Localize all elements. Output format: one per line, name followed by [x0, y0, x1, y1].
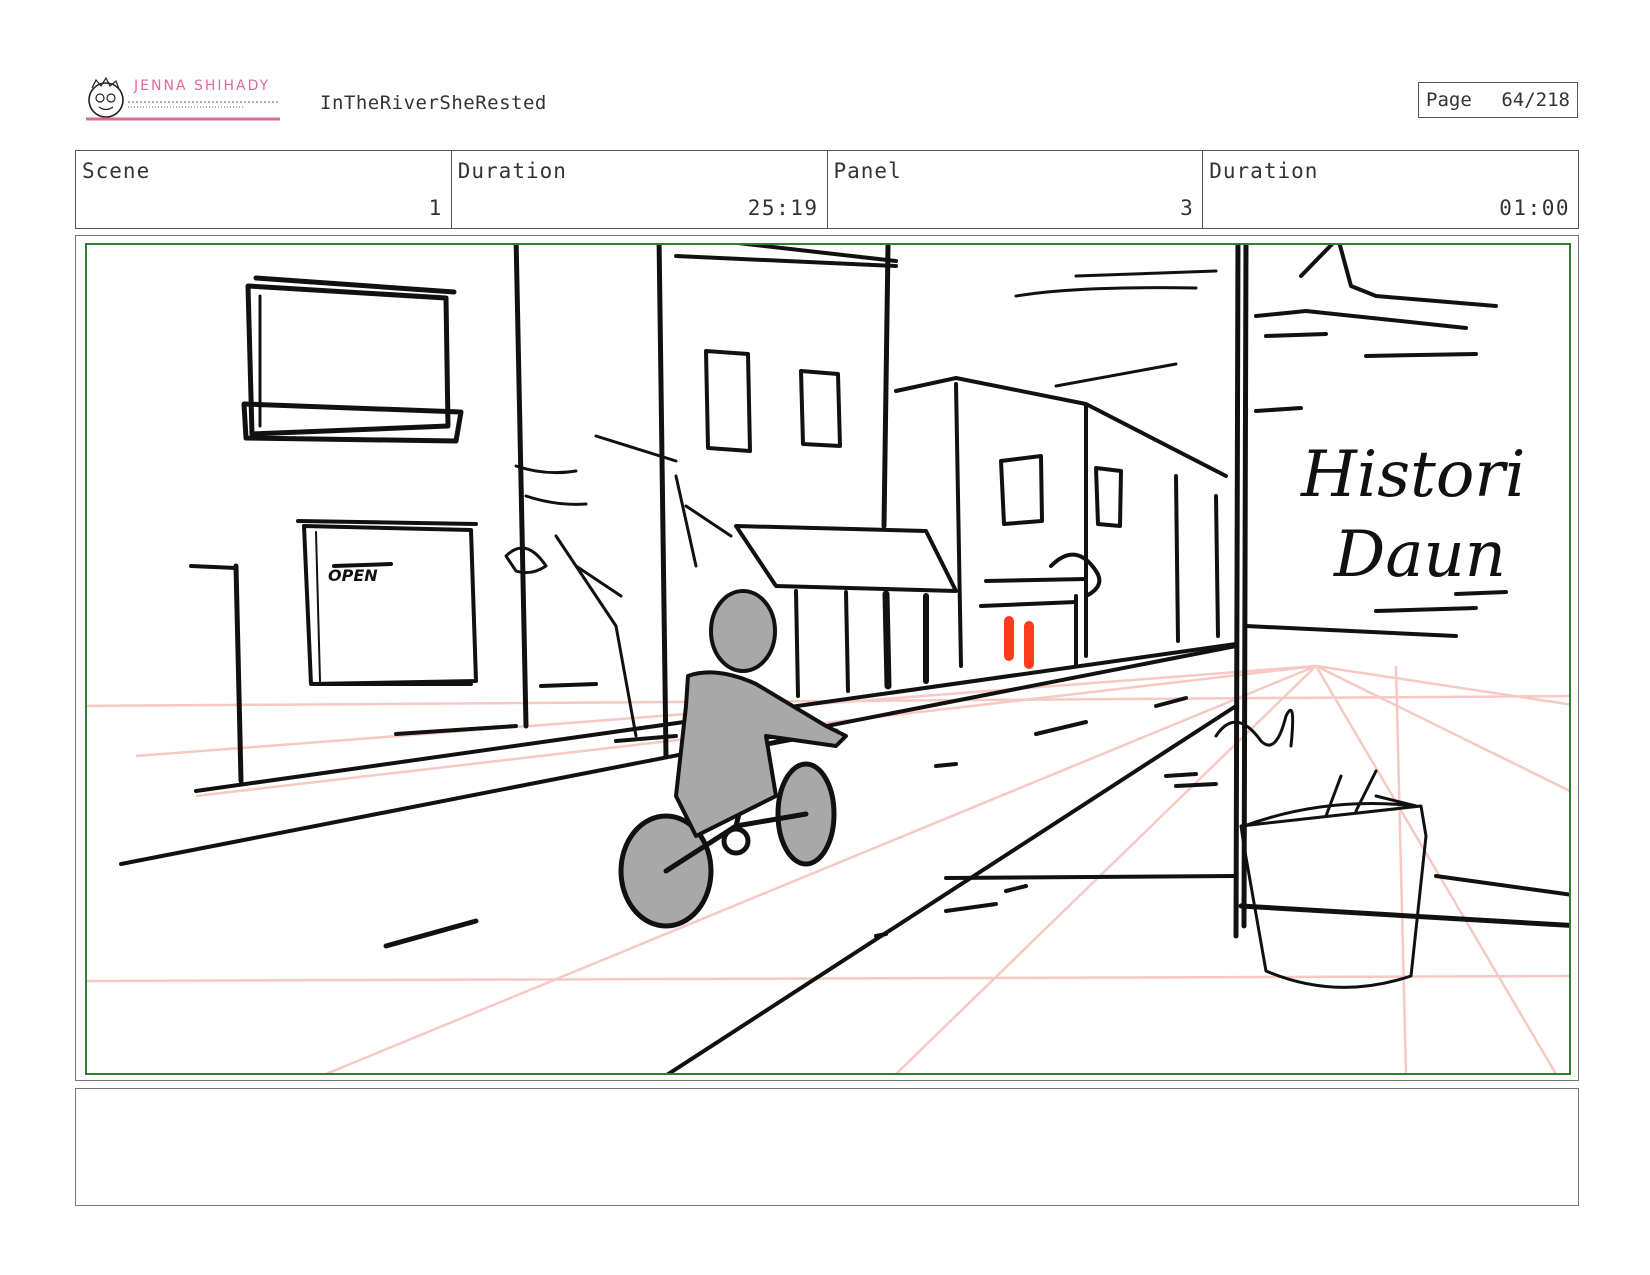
street-planter — [1214, 708, 1428, 989]
billboard — [241, 275, 464, 444]
page-indicator: Page 64/218 — [1418, 82, 1578, 118]
page-number: 64/218 — [1501, 89, 1570, 111]
project-title: InTheRiverSheRested — [320, 92, 547, 114]
panel-label: Panel — [833, 159, 902, 183]
panel-sketch: OPEN Histori Daun — [85, 243, 1571, 1075]
scene-cell: Scene 1 — [76, 151, 452, 228]
scene-label: Scene — [82, 159, 151, 183]
panel-duration-label: Duration — [1209, 159, 1319, 183]
panel-value: 3 — [1180, 196, 1195, 220]
scene-value: 1 — [428, 196, 443, 220]
historic-sign-line1: Histori — [1300, 438, 1525, 512]
sky-strokes — [1014, 269, 1218, 388]
scene-duration-value: 25:19 — [747, 196, 819, 220]
scene-duration-label: Duration — [457, 159, 567, 183]
scene-duration-cell: Duration 25:19 — [452, 151, 828, 228]
panel-duration-cell: Duration 01:00 — [1203, 151, 1578, 228]
panel-notes[interactable] — [75, 1088, 1579, 1206]
panel-info-table: Scene 1 Duration 25:19 Panel 3 Duration … — [75, 150, 1579, 229]
distant-buildings — [894, 376, 1228, 668]
historic-sign-line2: Daun — [1333, 518, 1506, 592]
logo-name: JENNA SHIHADY — [134, 78, 271, 94]
studio-logo: JENNA SHIHADY — [84, 76, 290, 126]
page-label: Page — [1426, 89, 1472, 111]
highlighted-figures — [1004, 616, 1034, 669]
shop-sign-text: OPEN — [328, 566, 378, 585]
panel-cell: Panel 3 — [828, 151, 1204, 228]
panel-duration-value: 01:00 — [1499, 196, 1570, 220]
poles — [513, 244, 1249, 939]
storyboard-panel: OPEN Histori Daun — [75, 235, 1579, 1081]
